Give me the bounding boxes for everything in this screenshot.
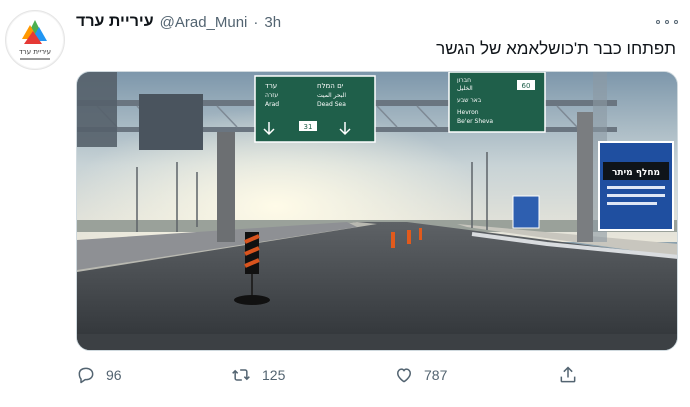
- sign-right-route: 60: [522, 82, 531, 90]
- sign-left-route: 31: [304, 123, 313, 131]
- sign-left-line-3: Arad: [265, 101, 279, 108]
- sign-left-line-5: البحر الميت: [317, 92, 346, 99]
- tweet-actions: 96 125 787: [76, 362, 596, 388]
- like-icon: [397, 368, 411, 383]
- billboard-sign: מחלף מיתר: [598, 141, 674, 231]
- retweet-count: 125: [262, 367, 286, 383]
- reply-button[interactable]: 96: [76, 362, 122, 388]
- logo-caption: עיריית ערד: [19, 48, 51, 56]
- sign-left-line-1: ערד: [265, 82, 277, 90]
- tweet-timestamp[interactable]: 3h: [264, 14, 281, 31]
- author-handle[interactable]: @Arad_Muni: [160, 14, 248, 31]
- road-sign-left: ערד עזרה Arad ים המלח البحر الميت Dead S…: [254, 75, 376, 143]
- sign-right-line-4: Hevron: [457, 109, 479, 116]
- tweet-photo[interactable]: ערד עזרה Arad ים המלח البحر الميت Dead S…: [76, 71, 678, 351]
- more-icon[interactable]: [656, 16, 678, 28]
- sign-right-line-5: Be'er Sheva: [457, 118, 493, 125]
- sign-right-line-2: الخليل: [457, 85, 473, 92]
- retweet-button[interactable]: 125: [230, 362, 285, 388]
- tweet-header: עיריית ערד @Arad_Muni · 3h: [76, 13, 674, 35]
- share-icon: [560, 366, 576, 383]
- avatar[interactable]: עיריית ערד: [5, 10, 65, 70]
- sign-left-line-2: עזרה: [265, 92, 278, 99]
- sign-right-line-3: באר שבע: [457, 97, 482, 104]
- sign-left-line-4: ים המלח: [317, 82, 344, 90]
- highway-photo: ערד עזרה Arad ים המלח البحر الميت Dead S…: [77, 72, 677, 350]
- separator-dot: ·: [253, 13, 259, 31]
- share-button[interactable]: [558, 362, 578, 388]
- tweet-text: תפתחו כבר ת'כושלאמא של הגשר: [436, 39, 676, 58]
- municipality-logo: עיריית ערד: [7, 12, 63, 68]
- tweet-card[interactable]: עיריית ערד עיריית ערד @Arad_Muni · 3h תפ…: [0, 0, 690, 407]
- sign-right-line-1: חברון: [457, 77, 471, 84]
- retweet-icon: [232, 369, 250, 381]
- road-sign-right: חברון الخليل באר שבע Hevron Be'er Sheva …: [448, 72, 546, 133]
- author-name[interactable]: עיריית ערד: [76, 13, 154, 31]
- reply-count: 96: [106, 367, 122, 383]
- like-count: 787: [424, 367, 448, 383]
- like-button[interactable]: 787: [394, 362, 447, 388]
- sign-left-line-6: Dead Sea: [317, 101, 346, 108]
- billboard-text: מחלף מיתר: [612, 168, 660, 178]
- reply-icon: [78, 367, 94, 384]
